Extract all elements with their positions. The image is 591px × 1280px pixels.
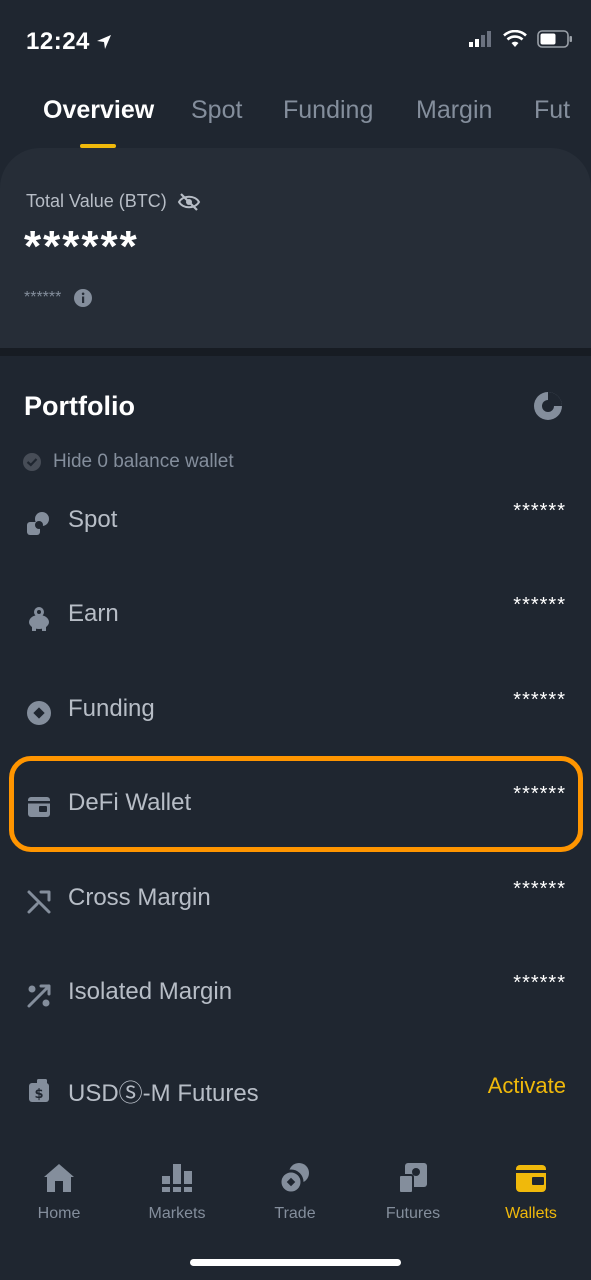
futures-icon [398, 1163, 427, 1194]
active-tab-indicator [80, 144, 116, 148]
svg-text:$: $ [34, 1087, 43, 1102]
nav-label: Home [37, 1205, 81, 1222]
nav-label: Wallets [505, 1205, 557, 1222]
nav-label: Trade [274, 1205, 316, 1222]
nav-label: Markets [148, 1205, 206, 1222]
portfolio-title: Portfolio [24, 391, 135, 421]
home-indicator [190, 1259, 401, 1266]
total-value-fiat: ****** [24, 289, 62, 306]
wallet-tabs: Overview Spot Funding Margin Fut [0, 96, 591, 140]
cross-margin-icon [27, 890, 51, 914]
row-value: ****** [513, 689, 566, 711]
pie-chart-icon[interactable] [532, 390, 564, 422]
nav-label: Futures [385, 1205, 441, 1222]
usd-futures-icon: $ [29, 1079, 49, 1102]
row-label: Cross Margin [68, 884, 211, 911]
defi-wallet-highlight [9, 756, 583, 852]
portfolio-row-spot[interactable]: Spot ****** [0, 496, 591, 556]
row-label: Earn [68, 600, 119, 627]
spot-icon [27, 512, 49, 535]
piggy-bank-icon [29, 607, 49, 631]
total-value-amount: ****** [24, 222, 139, 271]
tab-spot[interactable]: Spot [191, 96, 242, 125]
status-indicators [469, 30, 573, 48]
nav-futures[interactable]: Futures [363, 1162, 463, 1223]
tab-margin[interactable]: Margin [416, 96, 492, 125]
time-text: 12:24 [26, 28, 90, 55]
isolated-margin-icon [27, 984, 51, 1008]
portfolio-row-earn[interactable]: Earn ****** [0, 590, 591, 650]
row-value: ****** [513, 500, 566, 522]
tab-futures[interactable]: Fut [534, 96, 570, 125]
portfolio-row-funding[interactable]: Funding ****** [0, 685, 591, 745]
row-label: Funding [68, 695, 155, 722]
tab-funding[interactable]: Funding [283, 96, 373, 125]
nav-wallets[interactable]: Wallets [481, 1162, 581, 1223]
nav-markets[interactable]: Markets [127, 1162, 227, 1223]
wifi-icon [503, 30, 527, 47]
row-value: ****** [513, 878, 566, 900]
funding-icon [27, 701, 51, 725]
section-divider [0, 348, 591, 356]
row-label: USDⓈ-M Futures [68, 1080, 259, 1107]
tab-overview[interactable]: Overview [43, 96, 154, 125]
row-label: Spot [68, 506, 118, 533]
checkbox-checked-icon[interactable] [22, 452, 42, 472]
portfolio-row-cross-margin[interactable]: Cross Margin ****** [0, 874, 591, 934]
info-icon[interactable] [73, 288, 93, 308]
battery-icon [537, 30, 572, 48]
home-icon [44, 1164, 74, 1192]
portfolio-row-isolated-margin[interactable]: Isolated Margin ****** [0, 968, 591, 1028]
row-label: Isolated Margin [68, 978, 233, 1005]
nav-trade[interactable]: Trade [245, 1162, 345, 1223]
eye-hidden-icon[interactable] [177, 192, 201, 212]
total-value-label: Total Value (BTC) [26, 191, 167, 211]
hide-zero-label: Hide 0 balance wallet [53, 451, 234, 472]
portfolio-row-usd-m-futures[interactable]: $ USDⓈ-M Futures Activate [0, 1063, 591, 1123]
row-value: ****** [513, 594, 566, 616]
location-arrow-icon [96, 35, 111, 49]
total-value-sub: ****** [24, 288, 93, 308]
total-value-header: Total Value (BTC) [26, 191, 201, 212]
wallet-icon [516, 1165, 546, 1192]
nav-home[interactable]: Home [9, 1162, 109, 1223]
cellular-signal-icon [469, 31, 491, 47]
trade-icon [278, 1163, 309, 1195]
hide-zero-balance-toggle[interactable]: Hide 0 balance wallet [22, 451, 234, 473]
status-time: 12:24 [26, 28, 112, 56]
row-value: ****** [513, 972, 566, 994]
activate-link[interactable]: Activate [488, 1073, 566, 1099]
markets-icon [160, 1164, 194, 1192]
